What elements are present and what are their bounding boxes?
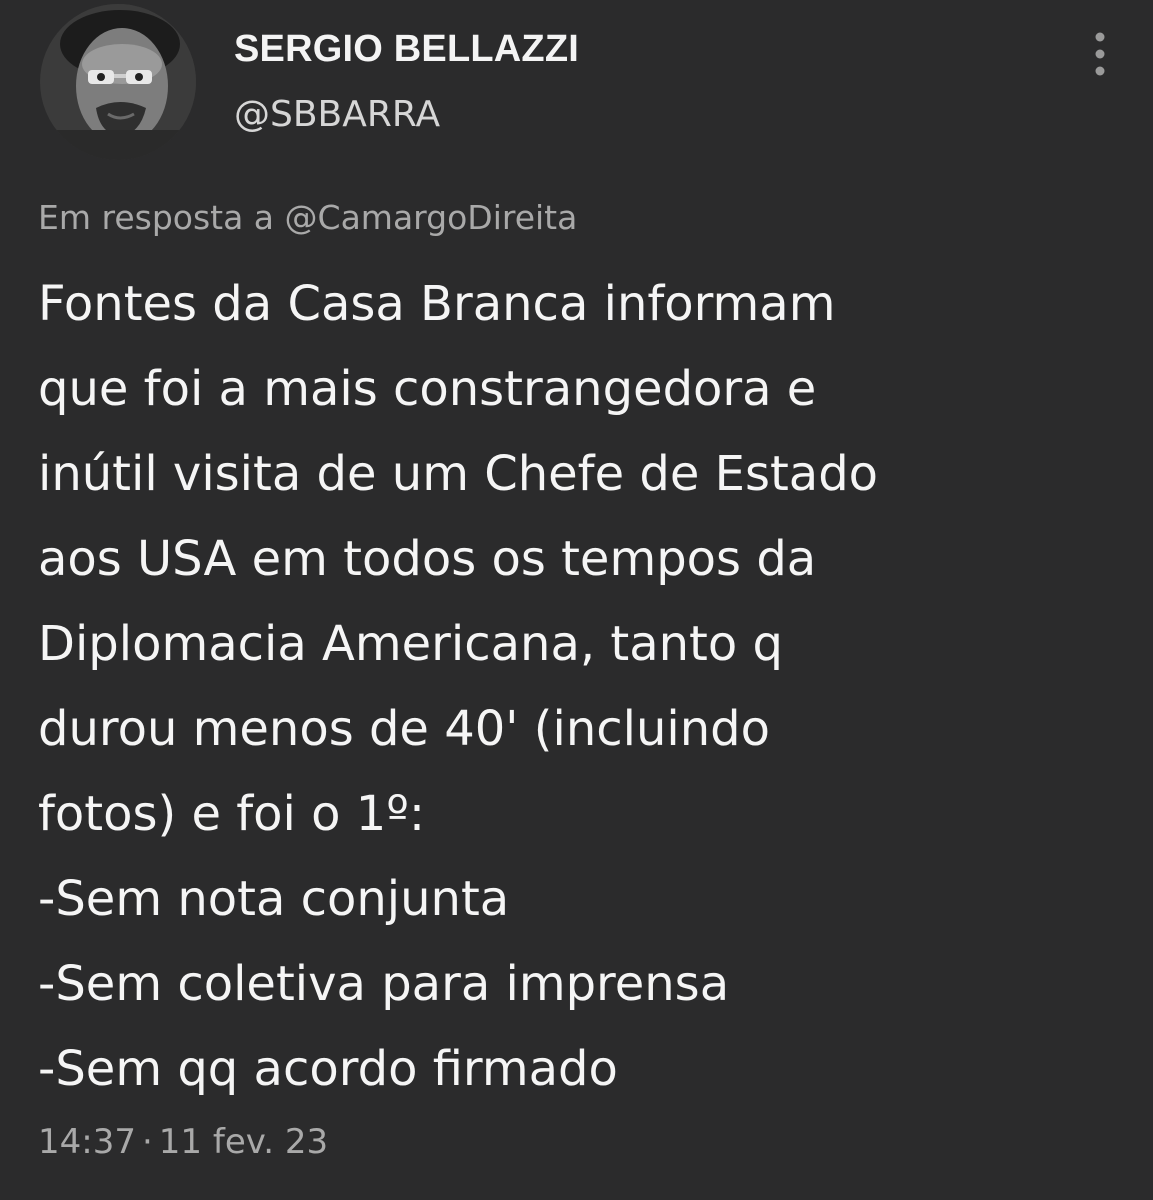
tweet-text-line: que foi a mais constrangedora e (38, 361, 817, 417)
more-options-button[interactable] (1076, 30, 1124, 78)
tweet-text-line: fotos) e foi o 1º: (38, 786, 426, 842)
vertical-ellipsis-icon (1095, 32, 1105, 76)
tweet-text-line: -Sem nota conjunta (38, 871, 510, 927)
tweet-text-line: -Sem coletiva para imprensa (38, 956, 730, 1012)
tweet-date: 11 fev. 23 (158, 1122, 329, 1162)
meta-separator: · (141, 1122, 153, 1162)
author-name[interactable]: SERGIO BELLAZZI (234, 28, 579, 71)
tweet-text-line: aos USA em todos os tempos da (38, 531, 817, 587)
tweet-time: 14:37 (38, 1122, 136, 1162)
tweet-text: Fontes da Casa Branca informam que foi a… (38, 262, 1128, 1112)
tweet-text-line: inútil visita de um Chefe de Estado (38, 446, 879, 502)
author-handle[interactable]: @SBBARRA (234, 94, 440, 135)
tweet-text-line: -Sem qq acordo firmado (38, 1041, 618, 1097)
user-photo-avatar-icon (40, 4, 196, 160)
tweet-timestamp[interactable]: 14:37 · 11 fev. 23 (38, 1122, 328, 1162)
reply-context: Em resposta a @CamargoDireita (38, 198, 577, 237)
tweet-card: SERGIO BELLAZZI @SBBARRA Em resposta a @… (0, 0, 1153, 1200)
avatar[interactable] (40, 4, 196, 160)
tweet-text-line: Diplomacia Americana, tanto q (38, 616, 783, 672)
tweet-text-line: Fontes da Casa Branca informam (38, 276, 836, 332)
reply-mention-link[interactable]: @CamargoDireita (285, 198, 578, 237)
reply-prefix: Em resposta a (38, 198, 275, 237)
tweet-text-line: durou menos de 40' (incluindo (38, 701, 770, 757)
